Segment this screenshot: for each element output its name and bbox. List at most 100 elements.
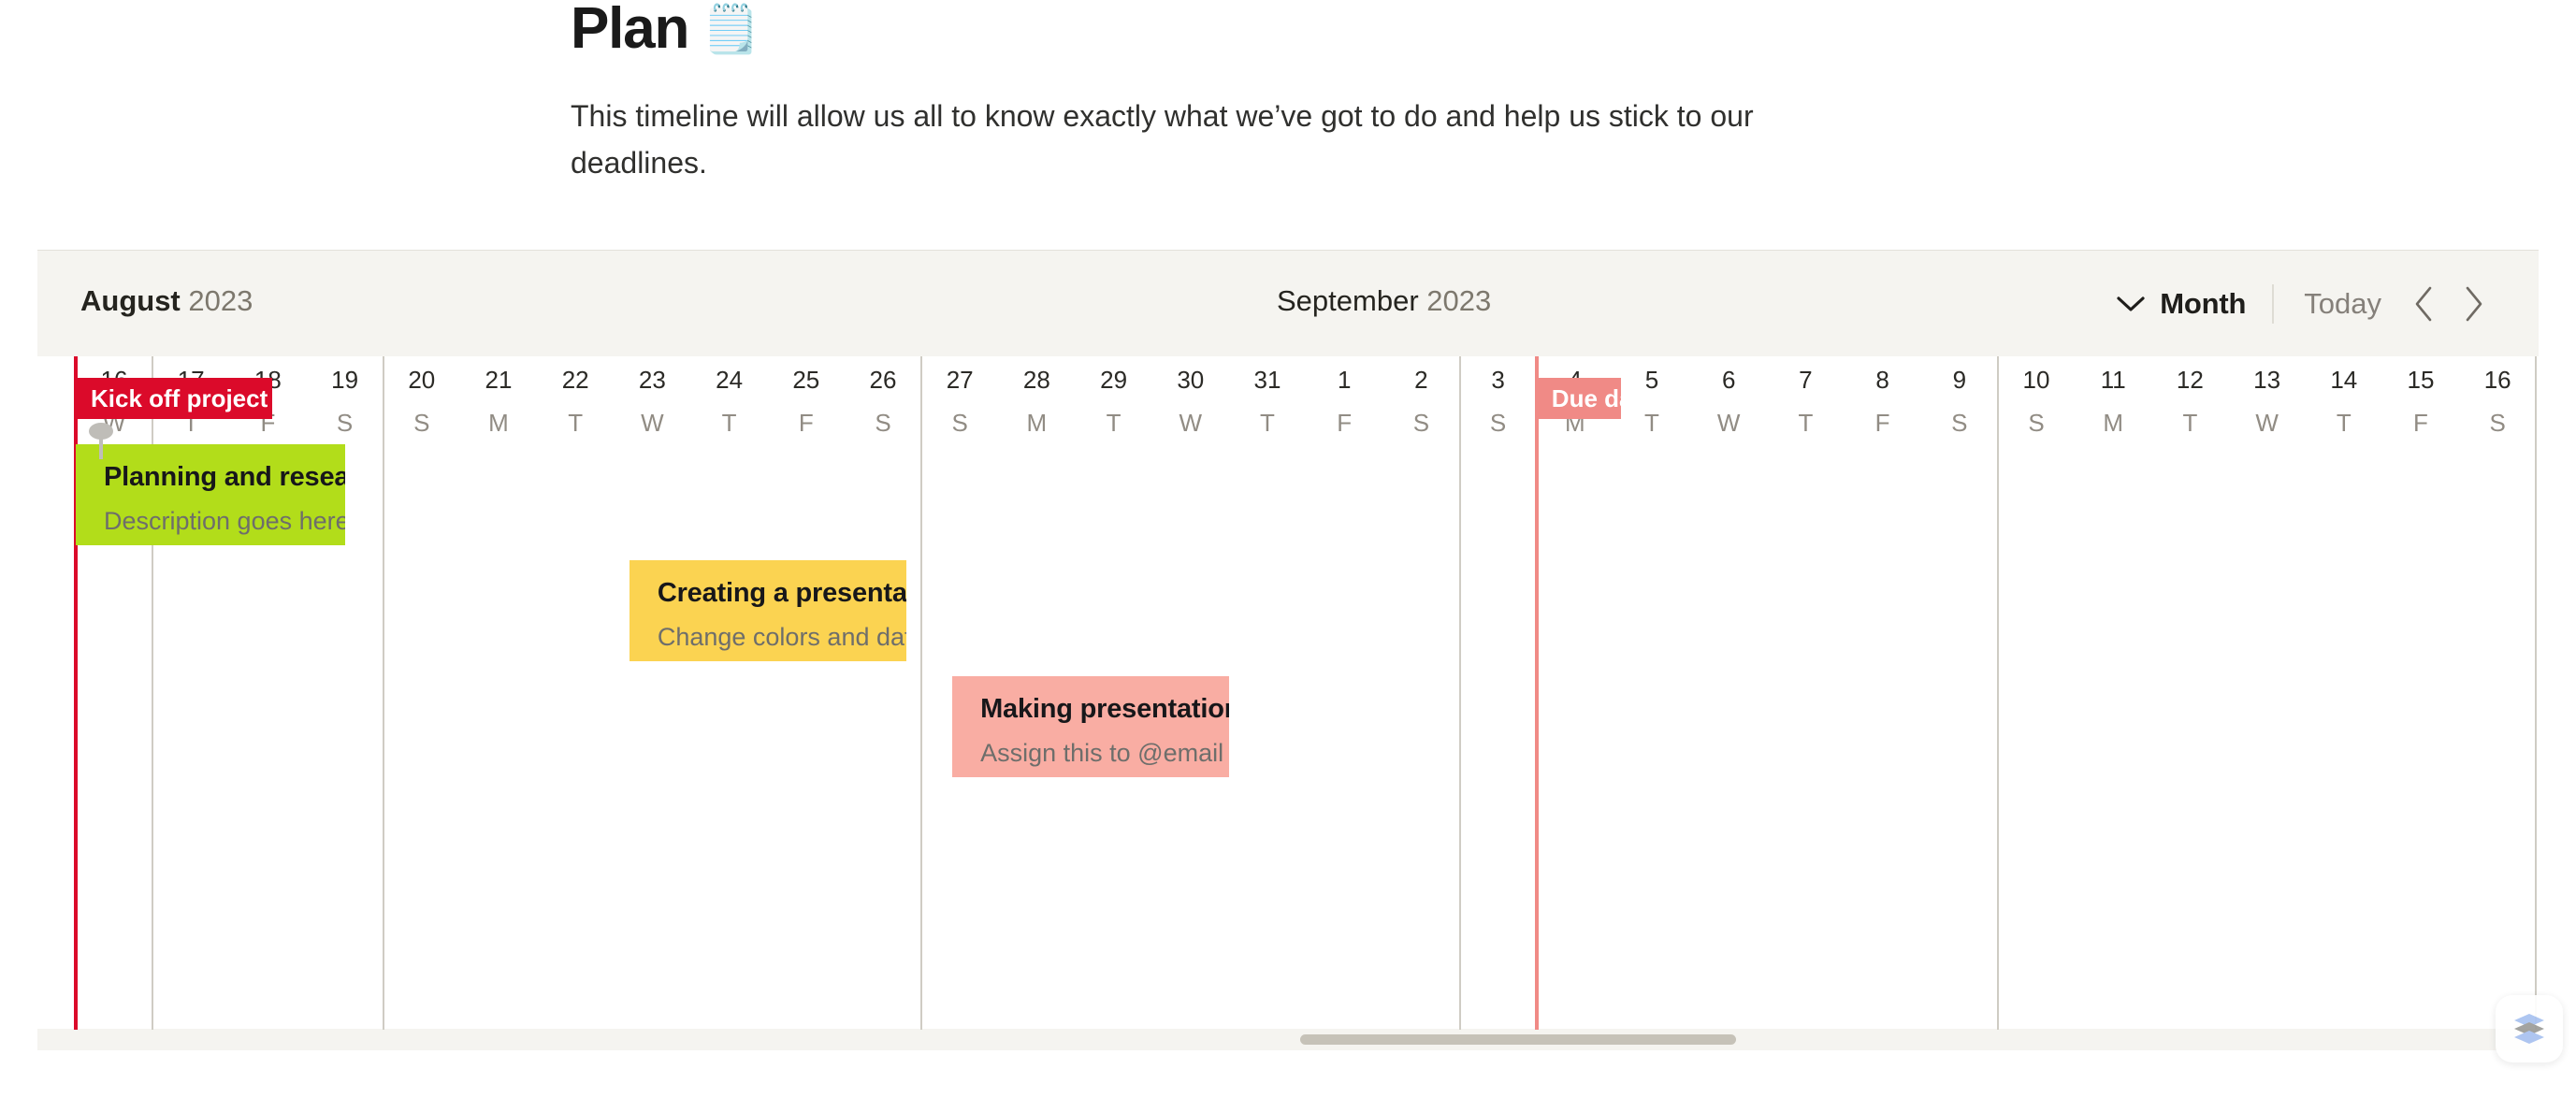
day-number: 14 [2330, 366, 2358, 394]
day-number: 26 [869, 366, 897, 394]
day-number: 20 [408, 366, 436, 394]
today-button[interactable]: Today [2279, 287, 2398, 321]
task-description: Description goes here. [104, 506, 345, 535]
date-column: 17S [2536, 356, 2539, 435]
prev-period-button[interactable] [2398, 279, 2449, 329]
date-column: 31 T [1229, 356, 1306, 435]
month-name: August [80, 284, 181, 317]
day-of-week: F [1874, 409, 1890, 437]
grid-line [2535, 356, 2538, 1030]
day-of-week: S [875, 409, 891, 437]
date-column: 29 T [1076, 356, 1152, 435]
controls-divider [2272, 284, 2275, 324]
task-description: Change colors and dates. [657, 622, 906, 651]
day-of-week: S [1951, 409, 1968, 437]
horizontal-scrollbar[interactable] [37, 1029, 2539, 1050]
day-number: 16 [2483, 366, 2511, 394]
milestone-label-kickoff[interactable]: Kick off project [78, 378, 272, 419]
day-of-week: F [798, 409, 814, 437]
scrollbar-thumb[interactable] [1300, 1034, 1736, 1045]
grid-line [1458, 356, 1461, 1030]
date-column: 16 S [2459, 356, 2536, 435]
day-of-week: T [1106, 409, 1122, 437]
day-of-week: S [2028, 409, 2045, 437]
day-number: 7 [1799, 366, 1813, 394]
page-root: Plan 🗒️ This timeline will allow us all … [0, 0, 2576, 1098]
date-column: 1F [1306, 356, 1382, 435]
date-column: 10 S [1998, 356, 2075, 435]
timeline-header: August 2023 September 2023 Month Today [37, 251, 2539, 356]
task-title: Creating a presentations [657, 578, 906, 608]
chevron-right-icon [2466, 286, 2482, 322]
date-column: 25 F [768, 356, 845, 435]
day-of-week: S [1489, 409, 1507, 437]
day-of-week: M [1026, 409, 1048, 437]
date-column: 21 M [460, 356, 537, 435]
day-of-week: S [413, 409, 430, 437]
grid-line [382, 356, 384, 1030]
day-of-week: W [2255, 409, 2279, 437]
month-year: 2023 [188, 284, 253, 317]
day-of-week: W [641, 409, 664, 437]
chevron-down-icon [2117, 296, 2145, 312]
milestone-label-due[interactable]: Due date [1538, 378, 1621, 419]
next-period-button[interactable] [2449, 279, 2499, 329]
timeline-widget: August 2023 September 2023 Month Today W… [37, 250, 2539, 1050]
date-column: 26 S [845, 356, 921, 435]
day-number: 10 [2022, 366, 2050, 394]
task-bar[interactable]: Making presentation Assign this to @email… [952, 676, 1229, 777]
date-column: 19 S [307, 356, 384, 435]
floating-logo-badge[interactable] [2496, 995, 2563, 1062]
date-column: 8F [1845, 356, 1921, 435]
day-of-week: T [721, 409, 737, 437]
milestone-pin-icon [87, 422, 115, 461]
task-bar[interactable]: Creating a presentations Change colors an… [629, 560, 906, 661]
day-number: 8 [1875, 366, 1889, 394]
task-bar[interactable]: Planning and research Description goes he… [76, 444, 345, 545]
day-number: 30 [1177, 366, 1205, 394]
milestone-line-due [1534, 356, 1539, 1030]
date-column: 15 F [2382, 356, 2459, 435]
date-column: 30 W [1152, 356, 1229, 435]
day-number: 25 [792, 366, 820, 394]
day-number: 21 [485, 366, 513, 394]
day-of-week: M [488, 409, 509, 437]
day-number: 12 [2176, 366, 2204, 394]
month-year: 2023 [1426, 284, 1492, 317]
day-number: 17 [2536, 356, 2539, 392]
date-column: 12 T [2151, 356, 2228, 435]
page-title-text: Plan [571, 0, 689, 61]
timeline-grid[interactable]: 16W17T18F19S20S21M22T23W24T25F26S27S28M2… [37, 356, 2539, 1030]
day-of-week: T [568, 409, 584, 437]
day-number: 24 [716, 366, 744, 394]
date-header-row: 16W17T18F19S20S21M22T23W24T25F26S27S28M2… [37, 356, 2539, 435]
view-scale-label: Month [2160, 287, 2247, 320]
date-column: 6W [1690, 356, 1767, 435]
day-of-week: M [2103, 409, 2124, 437]
date-column: 2S [1382, 356, 1459, 435]
day-number: 3 [1491, 366, 1505, 394]
day-number: 22 [561, 366, 589, 394]
day-of-week: T [1644, 409, 1659, 437]
date-column: 3S [1460, 356, 1537, 435]
day-of-week: T [1260, 409, 1275, 437]
day-of-week: T [1798, 409, 1814, 437]
day-of-week: T [2336, 409, 2352, 437]
date-column: 13 W [2229, 356, 2306, 435]
date-column: 23 W [614, 356, 690, 435]
day-number: 13 [2253, 366, 2281, 394]
month-label-august: August 2023 [80, 284, 253, 318]
date-column: 14 T [2306, 356, 2382, 435]
document-description: This timeline will allow us all to know … [571, 99, 1754, 180]
day-number: 15 [2407, 366, 2435, 394]
date-column: 22 T [537, 356, 614, 435]
task-title: Planning and research [104, 462, 345, 492]
day-number: 23 [638, 366, 666, 394]
month-label-september: September 2023 [1277, 284, 1491, 318]
view-scale-selector[interactable]: Month [2109, 287, 2266, 321]
day-number: 6 [1721, 366, 1736, 394]
day-of-week: F [2413, 409, 2428, 437]
date-column: 9S [1921, 356, 1998, 435]
day-of-week: S [336, 409, 354, 437]
stacked-layers-logo-icon [2514, 1014, 2544, 1044]
